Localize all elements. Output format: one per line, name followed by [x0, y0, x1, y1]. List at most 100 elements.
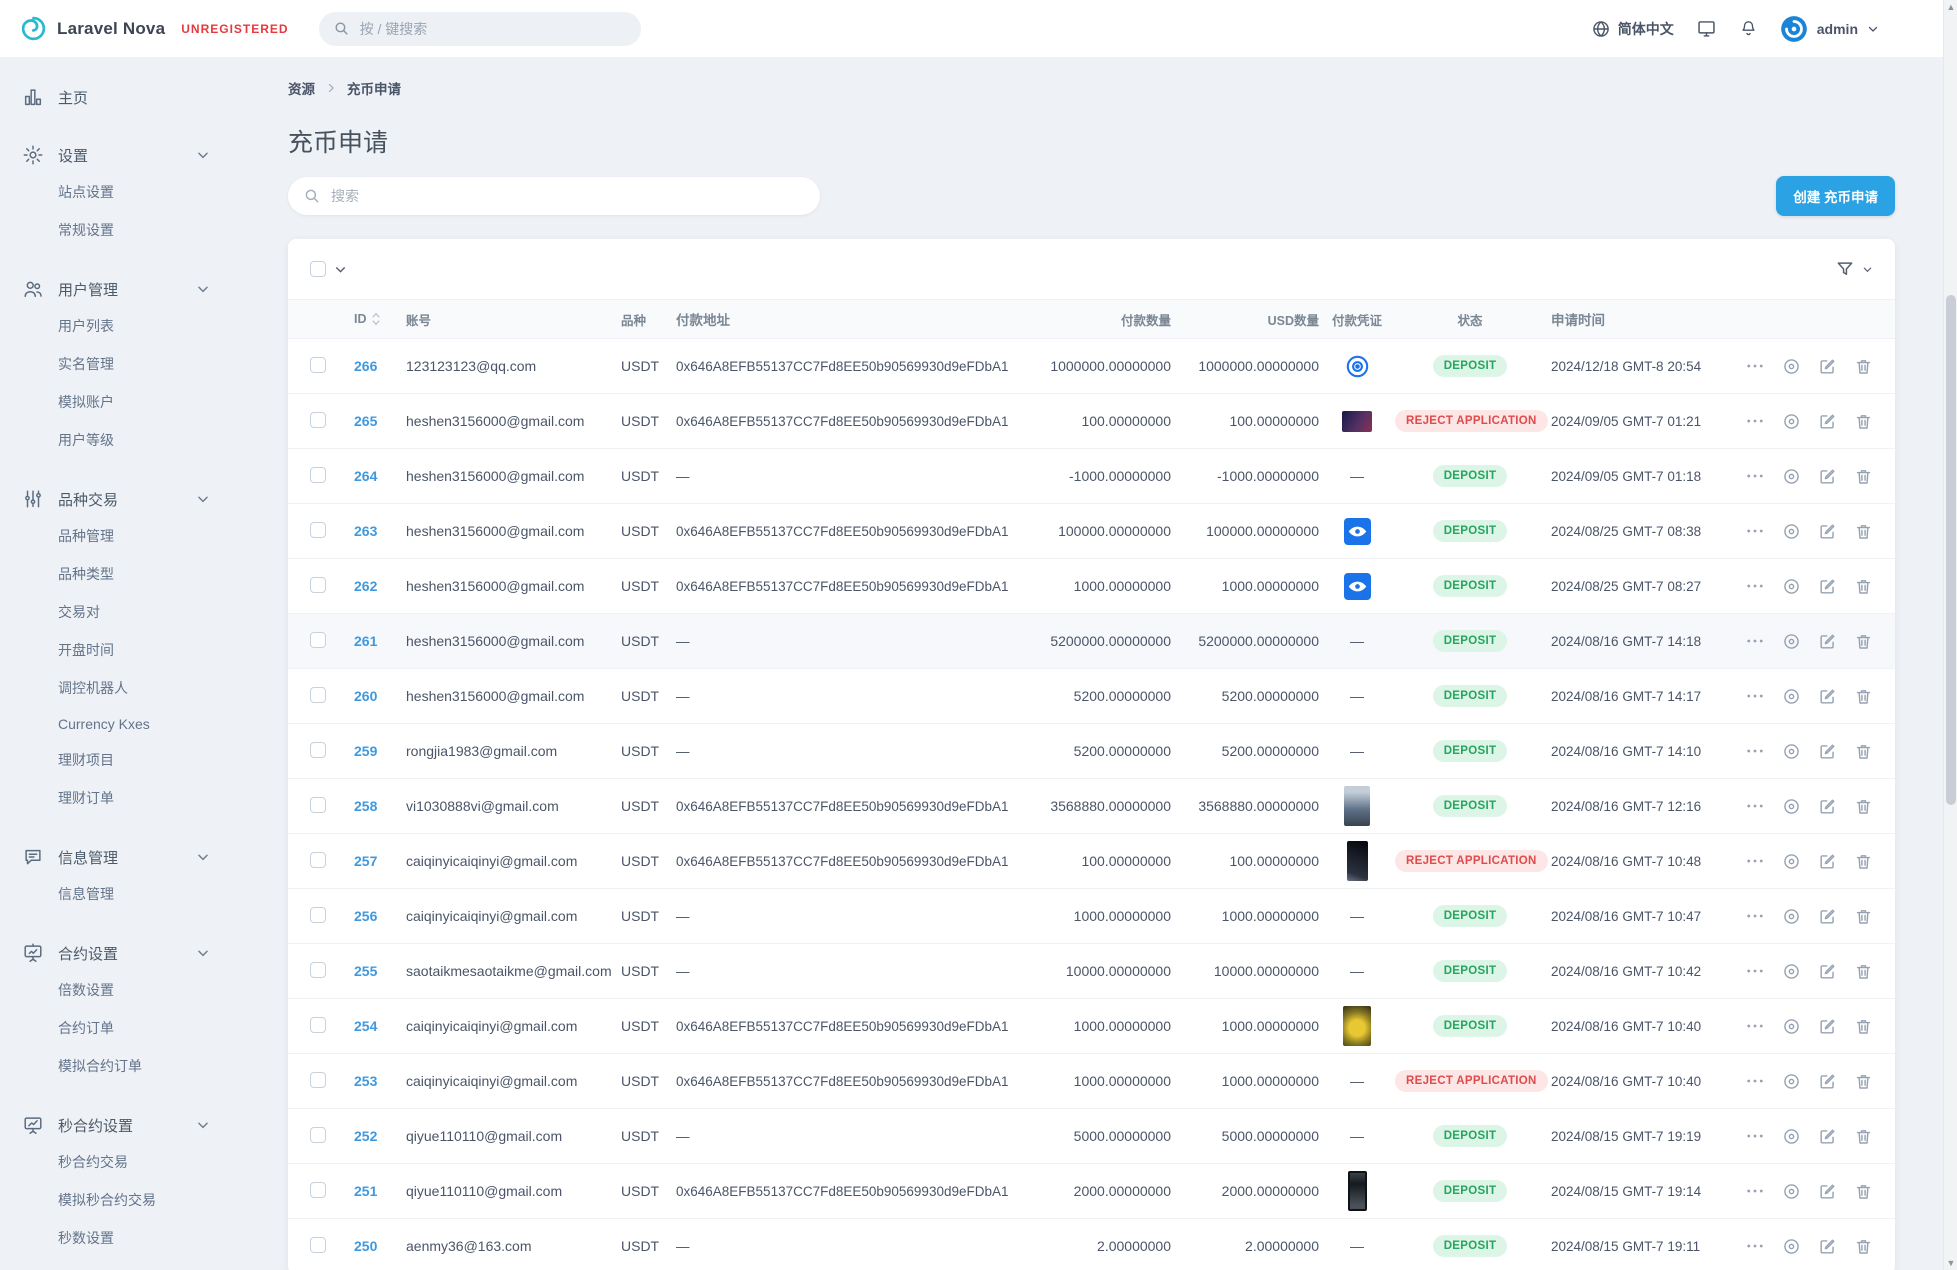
row-checkbox[interactable]	[310, 1181, 326, 1198]
breadcrumb-root[interactable]: 资源	[288, 78, 315, 98]
row-edit-button[interactable]	[1818, 522, 1837, 541]
row-checkbox[interactable]	[310, 906, 326, 923]
row-id-link[interactable]: 250	[354, 1238, 377, 1254]
row-delete-button[interactable]	[1854, 907, 1873, 926]
row-more-button[interactable]	[1745, 686, 1765, 706]
row-delete-button[interactable]	[1854, 577, 1873, 596]
row-checkbox[interactable]	[310, 631, 326, 648]
sidebar-section-2[interactable]: 用户管理	[0, 271, 230, 307]
sort-icon[interactable]	[371, 312, 381, 326]
sidebar-section-0[interactable]: 主页	[0, 79, 230, 115]
row-more-button[interactable]	[1745, 1236, 1765, 1256]
row-edit-button[interactable]	[1818, 797, 1837, 816]
row-more-button[interactable]	[1745, 1181, 1765, 1201]
sidebar-item[interactable]: 品种类型	[0, 555, 230, 593]
row-id-link[interactable]: 264	[354, 468, 377, 484]
row-edit-button[interactable]	[1818, 1237, 1837, 1256]
select-all-checkbox[interactable]	[310, 261, 326, 277]
row-delete-button[interactable]	[1854, 1237, 1873, 1256]
sidebar-item[interactable]: 品种管理	[0, 517, 230, 555]
sidebar-section-4[interactable]: 信息管理	[0, 839, 230, 875]
scroll-down-arrow[interactable]: ▼	[1944, 1256, 1957, 1270]
voucher-eye-icon[interactable]	[1343, 572, 1371, 600]
sidebar-item[interactable]: 模拟秒合约交易	[0, 1181, 230, 1219]
sidebar-item[interactable]: 合约订单	[0, 1009, 230, 1047]
row-delete-button[interactable]	[1854, 797, 1873, 816]
sidebar-item[interactable]: 模拟账户	[0, 383, 230, 421]
row-more-button[interactable]	[1745, 796, 1765, 816]
voucher-image[interactable]	[1347, 1171, 1367, 1211]
row-delete-button[interactable]	[1854, 357, 1873, 376]
row-id-link[interactable]: 254	[354, 1018, 377, 1034]
row-more-button[interactable]	[1745, 741, 1765, 761]
row-checkbox[interactable]	[310, 1071, 326, 1088]
sidebar-item[interactable]: 交易对	[0, 593, 230, 631]
row-delete-button[interactable]	[1854, 632, 1873, 651]
row-view-button[interactable]	[1782, 577, 1801, 596]
row-delete-button[interactable]	[1854, 1017, 1873, 1036]
row-more-button[interactable]	[1745, 631, 1765, 651]
row-checkbox[interactable]	[310, 356, 326, 373]
sidebar-item[interactable]: 实名管理	[0, 345, 230, 383]
sidebar-item[interactable]: 理财项目	[0, 741, 230, 779]
voucher-image[interactable]	[1344, 786, 1370, 826]
sidebar-item[interactable]: 秒合约交易	[0, 1143, 230, 1181]
row-checkbox[interactable]	[310, 851, 326, 868]
row-edit-button[interactable]	[1818, 357, 1837, 376]
row-more-button[interactable]	[1745, 411, 1765, 431]
global-search-input[interactable]: 按 / 键搜索	[318, 11, 641, 46]
row-edit-button[interactable]	[1818, 907, 1837, 926]
row-edit-button[interactable]	[1818, 1017, 1837, 1036]
row-delete-button[interactable]	[1854, 522, 1873, 541]
sidebar-item[interactable]: 常规设置	[0, 211, 230, 249]
sidebar-item[interactable]: 站点设置	[0, 173, 230, 211]
row-delete-button[interactable]	[1854, 742, 1873, 761]
sidebar-item[interactable]: 用户列表	[0, 307, 230, 345]
row-id-link[interactable]: 265	[354, 413, 377, 429]
scrollbar-thumb[interactable]	[1946, 295, 1956, 805]
row-id-link[interactable]: 253	[354, 1073, 377, 1089]
row-delete-button[interactable]	[1854, 467, 1873, 486]
sidebar-section-1[interactable]: 设置	[0, 137, 230, 173]
row-view-button[interactable]	[1782, 797, 1801, 816]
select-all-dropdown-icon[interactable]	[334, 263, 347, 276]
row-view-button[interactable]	[1782, 357, 1801, 376]
row-checkbox[interactable]	[310, 1126, 326, 1143]
sidebar-section-5[interactable]: 合约设置	[0, 935, 230, 971]
row-id-link[interactable]: 259	[354, 743, 377, 759]
locale-switcher[interactable]: 简体中文	[1591, 19, 1674, 39]
voucher-eye-outline-icon[interactable]	[1343, 352, 1371, 380]
row-edit-button[interactable]	[1818, 687, 1837, 706]
filter-dropdown[interactable]	[1835, 259, 1873, 279]
row-id-link[interactable]: 261	[354, 633, 377, 649]
voucher-image[interactable]	[1342, 410, 1372, 432]
row-edit-button[interactable]	[1818, 852, 1837, 871]
row-view-button[interactable]	[1782, 687, 1801, 706]
sidebar-item[interactable]: 用户等级	[0, 421, 230, 459]
row-checkbox[interactable]	[310, 686, 326, 703]
row-checkbox[interactable]	[310, 741, 326, 758]
row-edit-button[interactable]	[1818, 467, 1837, 486]
row-delete-button[interactable]	[1854, 1127, 1873, 1146]
sidebar-item[interactable]: 调控机器人	[0, 669, 230, 707]
sidebar-item[interactable]: 开盘时间	[0, 631, 230, 669]
theme-toggle-button[interactable]	[1696, 18, 1717, 39]
row-view-button[interactable]	[1782, 962, 1801, 981]
row-delete-button[interactable]	[1854, 1072, 1873, 1091]
row-edit-button[interactable]	[1818, 1182, 1837, 1201]
row-id-link[interactable]: 251	[354, 1183, 377, 1199]
column-header-id[interactable]: ID	[354, 312, 406, 326]
row-view-button[interactable]	[1782, 632, 1801, 651]
row-delete-button[interactable]	[1854, 1182, 1873, 1201]
row-edit-button[interactable]	[1818, 632, 1837, 651]
row-view-button[interactable]	[1782, 1182, 1801, 1201]
row-checkbox[interactable]	[310, 466, 326, 483]
row-more-button[interactable]	[1745, 1016, 1765, 1036]
row-view-button[interactable]	[1782, 1072, 1801, 1091]
row-id-link[interactable]: 257	[354, 853, 377, 869]
row-view-button[interactable]	[1782, 1017, 1801, 1036]
row-checkbox[interactable]	[310, 1236, 326, 1253]
row-checkbox[interactable]	[310, 796, 326, 813]
user-menu[interactable]: admin	[1780, 15, 1879, 43]
row-id-link[interactable]: 266	[354, 358, 377, 374]
